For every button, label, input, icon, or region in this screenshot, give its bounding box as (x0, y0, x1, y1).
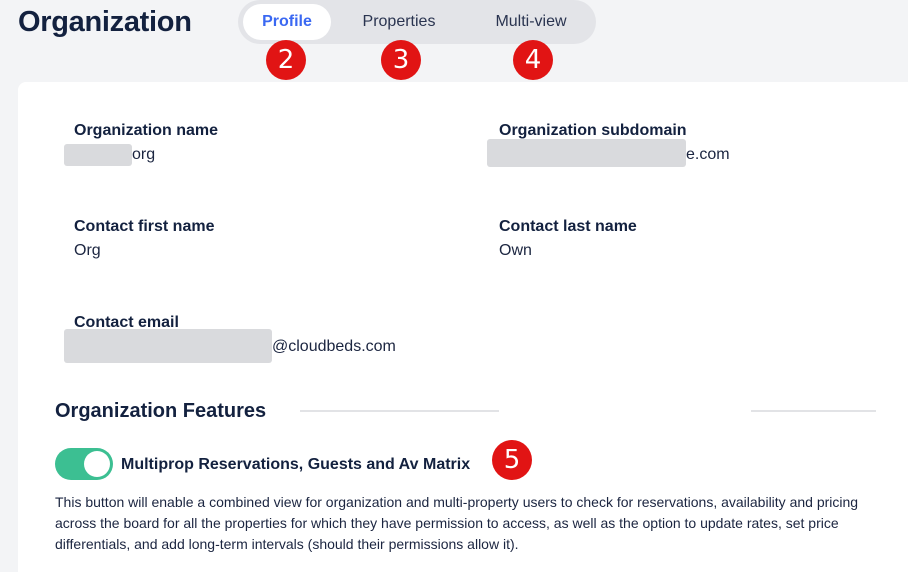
toggle-knob (84, 451, 110, 477)
multiprop-toggle[interactable] (55, 448, 113, 480)
tab-properties[interactable]: Properties (344, 4, 454, 40)
tab-bar: Profile Properties Multi-view (238, 0, 596, 44)
contact-first-name-value: Org (74, 242, 101, 259)
contact-email-value: @cloudbeds.com (272, 338, 396, 355)
org-name-label: Organization name (74, 122, 219, 139)
multiprop-feature-label: Multiprop Reservations, Guests and Av Ma… (121, 456, 471, 473)
org-subdomain-value: e.com (686, 146, 730, 163)
divider (300, 410, 499, 412)
features-heading: Organization Features (55, 400, 267, 422)
redacted-block (487, 139, 686, 167)
org-subdomain-label: Organization subdomain (499, 122, 687, 139)
contact-last-name-label: Contact last name (499, 218, 637, 235)
org-name-value: org (132, 146, 156, 163)
step-marker-5: 5 (492, 440, 532, 480)
tab-multi-view[interactable]: Multi-view (474, 4, 588, 40)
step-marker-4: 4 (513, 40, 553, 80)
contact-first-name-label: Contact first name (74, 218, 215, 235)
multiprop-feature-description: This button will enable a combined view … (55, 494, 859, 552)
tab-profile[interactable]: Profile (243, 4, 331, 40)
divider (751, 410, 876, 412)
redacted-block (64, 144, 132, 166)
page-title: Organization (18, 6, 192, 38)
step-marker-2: 2 (266, 40, 306, 80)
step-marker-3: 3 (381, 40, 421, 80)
contact-last-name-value: Own (499, 242, 532, 259)
redacted-block (64, 329, 272, 363)
